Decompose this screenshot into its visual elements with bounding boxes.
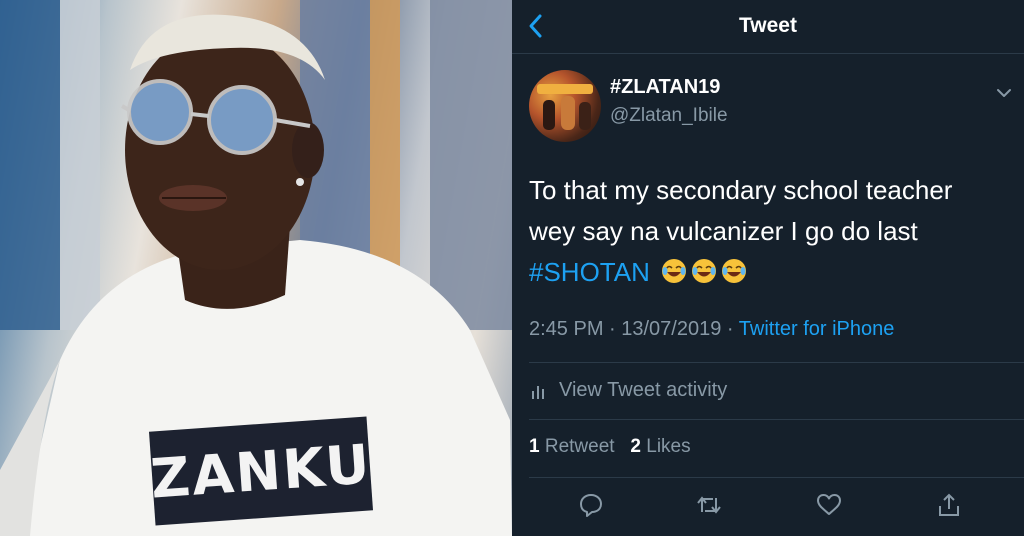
divider bbox=[529, 419, 1024, 420]
tweet-text: To that my secondary school teacher wey … bbox=[529, 170, 1009, 293]
chevron-down-icon[interactable] bbox=[996, 88, 1012, 98]
view-activity-button[interactable]: View Tweet activity bbox=[529, 379, 727, 402]
timestamp: 2:45 PM · 13/07/2019 · bbox=[529, 318, 739, 340]
view-activity-label: View Tweet activity bbox=[559, 379, 728, 401]
divider bbox=[529, 477, 1024, 478]
top-bar: Tweet bbox=[512, 0, 1024, 54]
display-name[interactable]: #ZLATAN19 bbox=[610, 76, 720, 99]
tweet-panel: Tweet #ZLATAN19 @Zlatan_Ibile To that my… bbox=[512, 0, 1024, 536]
source-link[interactable]: Twitter for iPhone bbox=[739, 318, 895, 340]
divider bbox=[529, 362, 1024, 363]
retweet-count[interactable]: 1 bbox=[529, 436, 540, 457]
action-bar bbox=[512, 482, 1024, 536]
like-count[interactable]: 2 bbox=[630, 436, 641, 457]
analytics-icon bbox=[532, 385, 544, 399]
tweet-meta: 2:45 PM · 13/07/2019 · Twitter for iPhon… bbox=[529, 318, 894, 341]
share-icon[interactable] bbox=[936, 492, 962, 518]
like-icon[interactable] bbox=[816, 492, 842, 518]
retweet-label[interactable]: Retweet bbox=[545, 436, 615, 457]
tweet-line: To that my secondary school teacher bbox=[529, 175, 953, 205]
tears-of-joy-icon bbox=[662, 259, 687, 283]
retweet-icon[interactable] bbox=[696, 492, 722, 518]
avatar[interactable] bbox=[529, 70, 601, 142]
page-title: Tweet bbox=[739, 14, 797, 37]
tears-of-joy-icon bbox=[722, 259, 747, 283]
tweet-line: wey say na vulcanizer I go do last bbox=[529, 216, 918, 246]
like-label[interactable]: Likes bbox=[646, 436, 690, 457]
artist-photo: ZANKU bbox=[0, 0, 512, 536]
tears-of-joy-icon bbox=[692, 259, 717, 283]
shirt-text: ZANKU bbox=[148, 431, 374, 511]
hashtag-link[interactable]: #SHOTAN bbox=[529, 257, 650, 287]
engagement-stats: 1 Retweet 2 Likes bbox=[529, 436, 691, 458]
user-handle[interactable]: @Zlatan_Ibile bbox=[610, 105, 728, 127]
shirt-print: ZANKU bbox=[148, 416, 374, 526]
reply-icon[interactable] bbox=[578, 492, 604, 518]
